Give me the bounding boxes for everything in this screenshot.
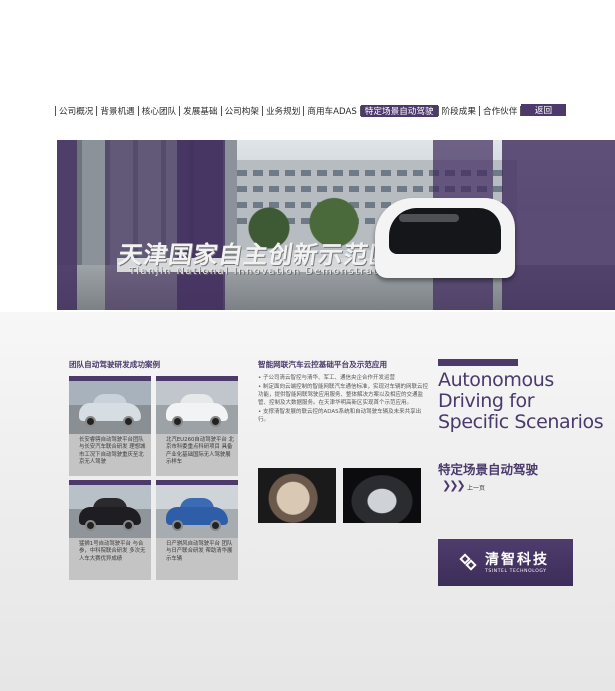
platform-bullet: • 制定面向云端控制的智能网联汽车通信标准，实现对车辆的网联云控功能，提供智能网… bbox=[258, 384, 429, 406]
shuttle-glare bbox=[399, 214, 459, 222]
company-logo: 清智科技 TSINTEL TECHNOLOGY bbox=[438, 539, 573, 586]
nav-item-business-plan[interactable]: 业务规划 bbox=[263, 105, 303, 117]
headline-accent-bar bbox=[438, 359, 518, 366]
car-wheel bbox=[123, 416, 134, 427]
platform-section-title: 智能网联汽车云控基础平台及示范应用 bbox=[258, 360, 388, 369]
case-photo-mengshi bbox=[69, 485, 151, 538]
car-wheel bbox=[85, 416, 96, 427]
nav-item-company-structure[interactable]: 公司构架 bbox=[222, 105, 262, 117]
car-wheel bbox=[123, 520, 134, 531]
nav-item-milestones[interactable]: 阶段成果 bbox=[439, 105, 479, 117]
page-headline: Autonomous Driving for Specific Scenario… bbox=[438, 369, 604, 433]
case-photo-baic bbox=[156, 381, 238, 434]
nav-item-background[interactable]: 背景机遇 bbox=[97, 105, 137, 117]
autonomous-shuttle-image bbox=[375, 198, 515, 278]
nav-item-partners[interactable]: 合作伙伴 bbox=[480, 105, 520, 117]
page-subtitle-chinese: 特定场景自动驾驶 bbox=[438, 462, 539, 477]
purple-overlay-block bbox=[502, 140, 615, 310]
case-card: 猛狮1号自动驾驶平台 与合参，中科院联合研发 多次无人车大赛优异成绩 bbox=[69, 480, 151, 580]
case-caption: 长安睿骋自动驾驶平台团队与长安汽车联合研发 理想城市工况下自动驾驶重庆至北京无人… bbox=[69, 434, 151, 476]
purple-overlay-strip bbox=[57, 140, 77, 310]
platform-bullet: • 子公司清云智控与清华、军工、通信央企合作开发运营 bbox=[258, 375, 396, 381]
case-caption: 北汽EU260自动驾驶平台 北京市科委重点科研项目 具备产业化基础国际无人驾驶展… bbox=[156, 434, 238, 476]
platform-photo-vehicle bbox=[343, 468, 421, 523]
platform-bullet: • 支撑清智发展的联云控的ADAS系统和自动驾驶车辆及未来共享出行。 bbox=[258, 409, 422, 423]
nav-item-commercial-adas[interactable]: 商用车ADAS bbox=[304, 105, 359, 117]
logo-mark-icon bbox=[459, 552, 478, 572]
hero-sign-chinese: 天津国家自主创新示范区 bbox=[116, 241, 396, 269]
triple-chevron-right-icon[interactable]: ❯❯❯ bbox=[442, 479, 466, 492]
car-wheel bbox=[210, 520, 221, 531]
purple-overlay-block bbox=[177, 140, 225, 310]
hero-banner: 天津国家自主创新示范区 Tianjin National Innovation … bbox=[57, 140, 615, 310]
logo-text: 清智科技 TSINTEL TECHNOLOGY bbox=[485, 552, 549, 574]
nav-item-company-overview[interactable]: 公司概况 bbox=[56, 105, 96, 117]
nav-item-core-team[interactable]: 核心团队 bbox=[139, 105, 179, 117]
case-card: 北汽EU260自动驾驶平台 北京市科委重点科研项目 具备产业化基础国际无人驾驶展… bbox=[156, 376, 238, 476]
case-caption: 日产骐风自动驾驶平台 团队与日产联合研发 帮助清华展示车辆 bbox=[156, 538, 238, 580]
case-card: 长安睿骋自动驾驶平台团队与长安汽车联合研发 理想城市工况下自动驾驶重庆至北京无人… bbox=[69, 376, 151, 476]
case-photo-changan bbox=[69, 381, 151, 434]
case-card: 日产骐风自动驾驶平台 团队与日产联合研发 帮助清华展示车辆 bbox=[156, 480, 238, 580]
nav-item-development-basis[interactable]: 发展基础 bbox=[180, 105, 220, 117]
nav-item-specific-scenario-driving[interactable]: 特定场景自动驾驶 bbox=[360, 105, 438, 117]
cases-section-title: 团队自动驾驶研发成功案例 bbox=[69, 360, 161, 369]
logo-name-english: TSINTEL TECHNOLOGY bbox=[485, 568, 547, 574]
back-button[interactable]: 返回 bbox=[521, 104, 566, 116]
car-wheel bbox=[85, 520, 96, 531]
case-photo-nissan bbox=[156, 485, 238, 538]
previous-page-link[interactable]: 上一页 bbox=[467, 483, 485, 492]
logo-name-chinese: 清智科技 bbox=[485, 551, 549, 568]
platform-photo-steering bbox=[258, 468, 336, 523]
case-caption: 猛狮1号自动驾驶平台 与合参，中科院联合研发 多次无人车大赛优异成绩 bbox=[69, 538, 151, 580]
car-wheel bbox=[172, 520, 183, 531]
platform-description: • 子公司清云智控与清华、军工、通信央企合作开发运营 • 制定面向云端控制的智能… bbox=[258, 374, 430, 425]
building-column bbox=[77, 140, 82, 265]
car-wheel bbox=[172, 416, 183, 427]
car-wheel bbox=[210, 416, 221, 427]
top-nav: 公司概况 背景机遇 核心团队 发展基础 公司构架 业务规划 商用车ADAS 特定… bbox=[55, 104, 522, 118]
